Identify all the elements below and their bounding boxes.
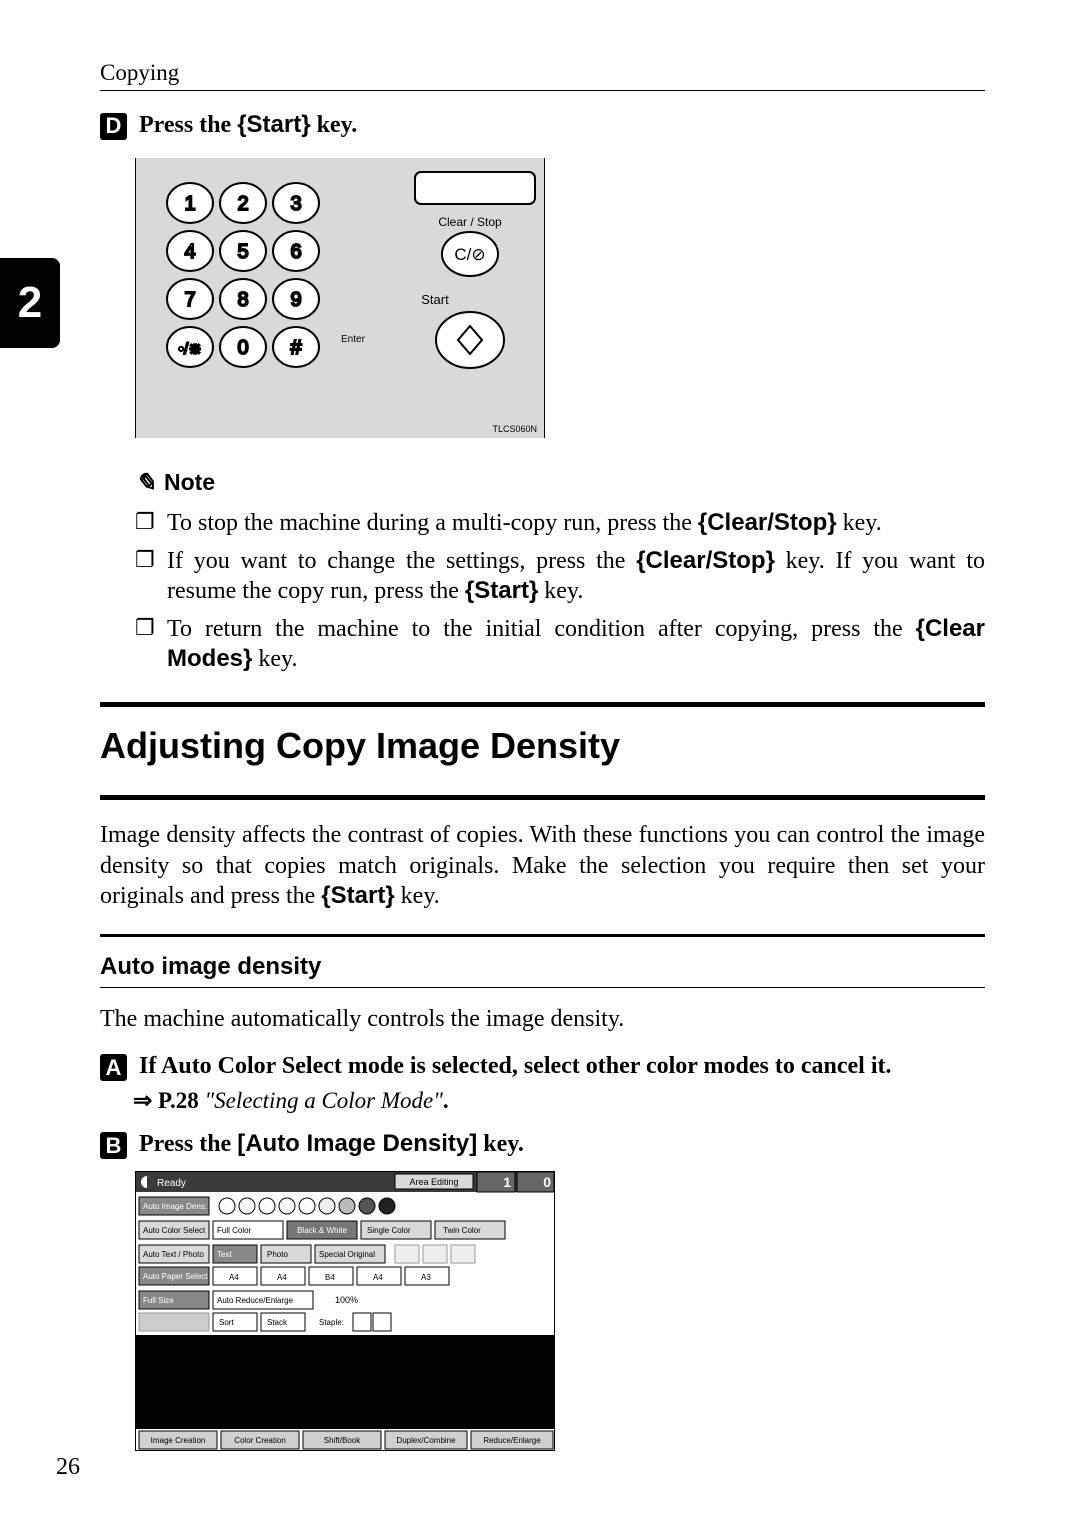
svg-text:2: 2 <box>237 193 248 215</box>
svg-text:5: 5 <box>237 241 248 263</box>
svg-text:Black & White: Black & White <box>297 1226 347 1235</box>
svg-text:A4: A4 <box>277 1273 287 1282</box>
svg-text:A4: A4 <box>229 1273 239 1282</box>
page-header: Copying <box>100 60 985 91</box>
svg-text:Shift/Book: Shift/Book <box>324 1436 361 1445</box>
section-rule-2 <box>100 795 985 800</box>
note-label: Note <box>164 469 215 496</box>
section-title: Adjusting Copy Image Density <box>100 725 985 767</box>
note-heading: ✎ Note <box>135 468 985 498</box>
svg-text:•/⋇: •/⋇ <box>178 341 201 358</box>
svg-text:0: 0 <box>543 1174 551 1190</box>
step-number-badge: D <box>100 113 127 140</box>
svg-text:Full Size: Full Size <box>143 1296 174 1305</box>
start-key-label: {Start} <box>237 111 310 138</box>
section-intro: Image density affects the contrast of co… <box>100 820 985 912</box>
step-text-suffix: key. <box>477 1131 524 1157</box>
page-number: 26 <box>56 1454 80 1481</box>
svg-text:7: 7 <box>184 289 195 311</box>
svg-text:TLCS060N: TLCS060N <box>492 424 537 434</box>
svg-text:Photo: Photo <box>267 1250 288 1259</box>
step-text-prefix: Press the <box>139 1131 237 1157</box>
svg-text:Full Color: Full Color <box>217 1226 252 1235</box>
step-4: D Press the {Start} key. <box>100 111 985 140</box>
step-number-badge: A <box>100 1054 127 1081</box>
svg-text:Sort: Sort <box>219 1318 234 1327</box>
step-b2: B Press the [Auto Image Density] key. <box>100 1130 985 1159</box>
chapter-title: Copying <box>100 60 179 85</box>
control-panel-figure: Ready Area Editing 1 0 Auto Image Dens. <box>135 1171 985 1456</box>
svg-text:Clear / Stop: Clear / Stop <box>438 215 502 229</box>
note-item-2: If you want to change the settings, pres… <box>135 546 985 606</box>
svg-text:C/⊘: C/⊘ <box>454 245 485 264</box>
step-text-prefix: Press the <box>139 112 237 138</box>
step-b1: A If Auto Color Select mode is selected,… <box>100 1053 985 1081</box>
note-list: To stop the machine during a multi-copy … <box>135 508 985 674</box>
svg-text:100%: 100% <box>335 1295 358 1305</box>
svg-text:9: 9 <box>290 289 301 311</box>
step-number-badge: B <box>100 1132 127 1159</box>
svg-text:Staple:: Staple: <box>319 1318 344 1327</box>
svg-text:4: 4 <box>184 241 195 263</box>
svg-text:Auto Paper Select: Auto Paper Select <box>143 1272 208 1281</box>
svg-text:3: 3 <box>290 193 301 215</box>
svg-text:Stack: Stack <box>267 1318 288 1327</box>
svg-text:Color Creation: Color Creation <box>234 1436 286 1445</box>
svg-text:A4: A4 <box>373 1273 383 1282</box>
svg-text:Image Creation: Image Creation <box>151 1436 206 1445</box>
svg-text:Start: Start <box>421 292 449 307</box>
note-item-3: To return the machine to the initial con… <box>135 614 985 674</box>
subsection-rule-2 <box>100 987 985 988</box>
subsection-rule <box>100 934 985 937</box>
svg-text:Single Color: Single Color <box>367 1226 411 1235</box>
pencil-icon: ✎ <box>135 468 156 498</box>
svg-text:Ready: Ready <box>157 1178 186 1189</box>
svg-text:Auto Color Select: Auto Color Select <box>143 1226 206 1235</box>
subsection-body: The machine automatically controls the i… <box>100 1004 985 1035</box>
svg-text:6: 6 <box>290 241 301 263</box>
svg-text:Reduce/Enlarge: Reduce/Enlarge <box>483 1436 541 1445</box>
arrow-icon: ⇒ <box>133 1087 152 1113</box>
svg-text:8: 8 <box>237 289 248 311</box>
svg-text:Text: Text <box>217 1250 232 1259</box>
svg-text:Auto Reduce/Enlarge: Auto Reduce/Enlarge <box>217 1296 294 1305</box>
svg-text:Enter: Enter <box>341 334 366 345</box>
svg-text:Special Original: Special Original <box>319 1250 375 1259</box>
auto-image-density-key: [Auto Image Density] <box>237 1130 477 1157</box>
svg-text:A3: A3 <box>421 1273 431 1282</box>
svg-text:1: 1 <box>184 193 195 215</box>
subsection-title: Auto image density <box>100 953 985 981</box>
section-rule <box>100 702 985 707</box>
svg-text:B4: B4 <box>325 1273 335 1282</box>
svg-text:#: # <box>290 337 302 359</box>
svg-text:Twin Color: Twin Color <box>443 1226 481 1235</box>
svg-text:Duplex/Combine: Duplex/Combine <box>396 1436 456 1445</box>
svg-text:Auto Image Dens.: Auto Image Dens. <box>143 1202 207 1211</box>
svg-text:Area Editing: Area Editing <box>409 1177 458 1187</box>
svg-text:Auto Text / Photo: Auto Text / Photo <box>143 1250 204 1259</box>
svg-text:1: 1 <box>503 1174 511 1190</box>
note-item-1: To stop the machine during a multi-copy … <box>135 508 985 538</box>
svg-text:0: 0 <box>237 337 248 359</box>
chapter-tab: 2 <box>0 258 60 348</box>
keypad-figure: 1 2 3 4 5 6 7 8 9 •/⋇ 0 # Clear / Stop C… <box>135 158 985 443</box>
step-text-suffix: key. <box>311 112 358 138</box>
step-b1-ref: ⇒ P.28 "Selecting a Color Mode". <box>133 1087 985 1114</box>
step-text: If Auto Color Select mode is selected, s… <box>139 1053 891 1079</box>
